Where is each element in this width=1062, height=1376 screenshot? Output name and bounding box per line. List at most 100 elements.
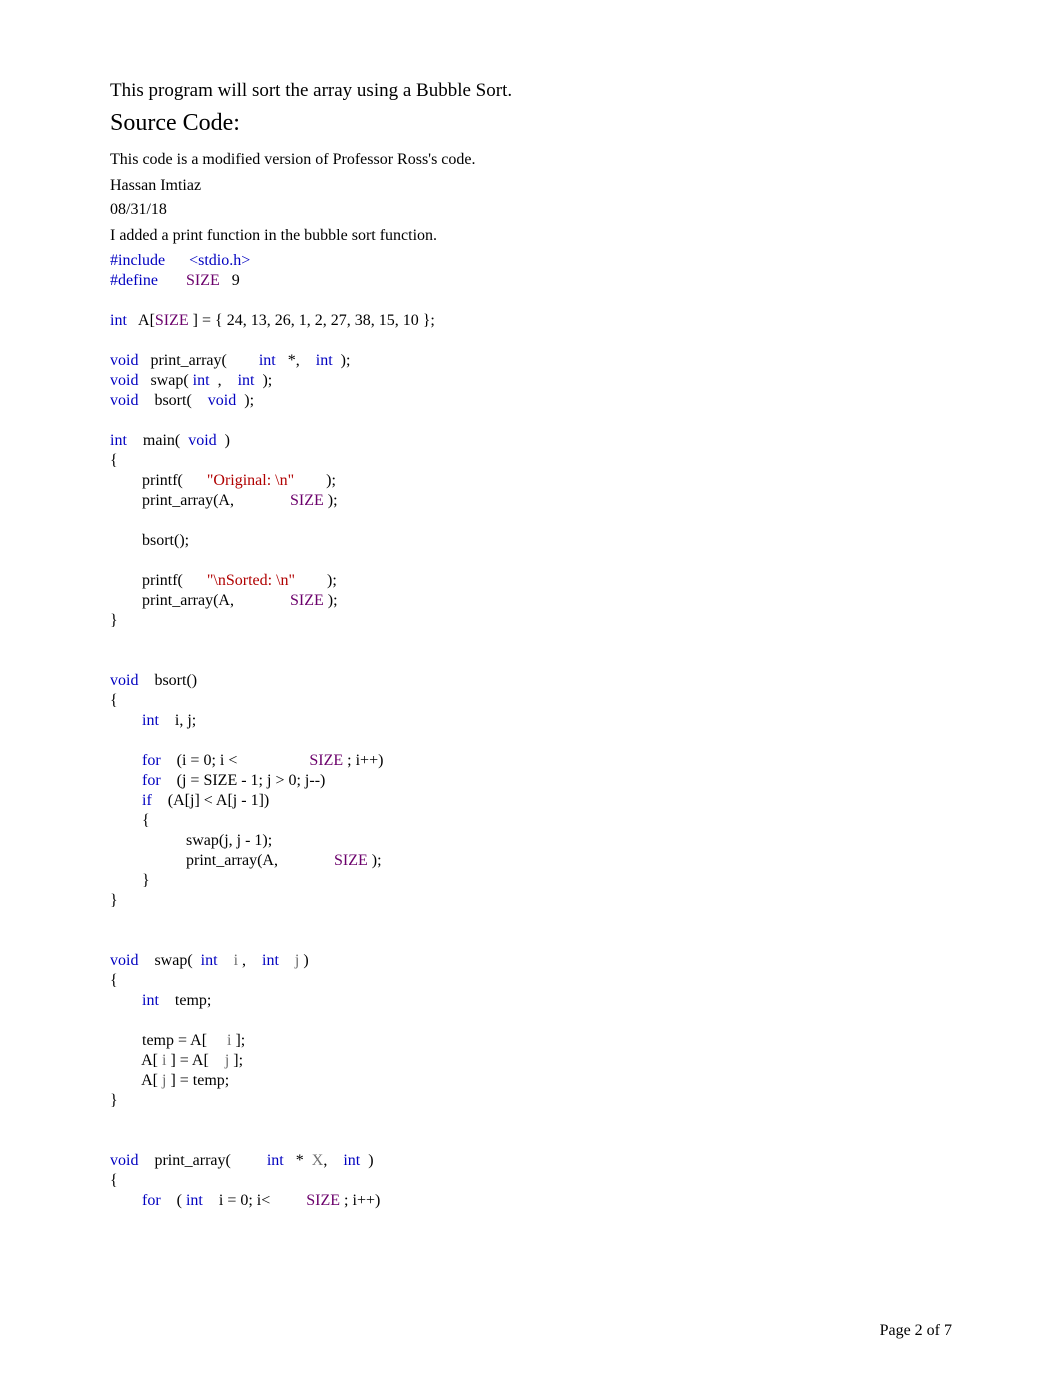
type-void: void	[110, 672, 138, 689]
printf-call: printf(	[110, 572, 207, 589]
for-open: (	[161, 1192, 186, 1209]
define-value: 9	[232, 272, 240, 289]
brace-close: }	[110, 892, 118, 909]
define-name: SIZE	[186, 272, 220, 289]
brace-open: {	[110, 972, 118, 989]
page-label: Page	[880, 1322, 911, 1339]
indent	[110, 992, 142, 1009]
brace-close: }	[110, 612, 118, 629]
page-of-label: of	[927, 1322, 940, 1339]
program-description: This program will sort the array using a…	[110, 80, 952, 102]
var-decl: i, j;	[159, 712, 196, 729]
type-int: int	[186, 1192, 203, 1209]
bsort-call: bsort();	[110, 532, 189, 549]
brace-open: {	[110, 812, 150, 829]
type-int: int	[316, 352, 333, 369]
print-array-sig-open: print_array(	[138, 1152, 266, 1169]
page-footer: Page 2 of 7	[880, 1322, 952, 1340]
type-int: int	[343, 1152, 360, 1169]
indent	[110, 1192, 142, 1209]
type-int: int	[267, 1152, 284, 1169]
include-directive: #include	[110, 252, 165, 269]
type-void: void	[188, 432, 216, 449]
type-void: void	[110, 1152, 138, 1169]
string-original: "Original: \n"	[207, 472, 294, 489]
type-int: int	[201, 952, 218, 969]
brace-close: }	[110, 872, 150, 889]
call-end: );	[295, 572, 337, 589]
code-attribution: This code is a modified version of Profe…	[110, 151, 952, 169]
main-sig-close: )	[217, 432, 230, 449]
space	[279, 952, 295, 969]
param-x: X	[312, 1152, 324, 1169]
keyword-for: for	[142, 752, 161, 769]
if-body: (A[j] < A[j - 1])	[152, 792, 269, 809]
size-ref: SIZE	[334, 852, 368, 869]
comma: ,	[238, 952, 262, 969]
proto-bsort: bsort(	[138, 392, 207, 409]
printf-call: printf(	[110, 472, 207, 489]
indent	[110, 712, 142, 729]
author-name: Hassan Imtiaz	[110, 177, 952, 195]
type-void: void	[110, 372, 138, 389]
brace-open: {	[110, 452, 118, 469]
main-sig-open: main(	[127, 432, 188, 449]
type-int: int	[142, 992, 159, 1009]
type-void: void	[110, 392, 138, 409]
indent	[110, 772, 142, 789]
call-end: );	[324, 592, 338, 609]
for-end: ; i++)	[340, 1192, 380, 1209]
size-ref: SIZE	[155, 312, 189, 329]
size-ref: SIZE	[309, 752, 343, 769]
type-int: int	[110, 432, 127, 449]
proto-swap: swap(	[138, 372, 192, 389]
line-end: ] = temp;	[166, 1072, 229, 1089]
indent	[110, 752, 142, 769]
keyword-if: if	[142, 792, 152, 809]
size-ref: SIZE	[290, 592, 324, 609]
define-directive: #define	[110, 272, 158, 289]
call-end: );	[324, 492, 338, 509]
document-page: This program will sort the array using a…	[0, 0, 1062, 1376]
array-decl-open: A[	[127, 312, 155, 329]
proto-sep: ,	[210, 372, 238, 389]
brace-close: }	[110, 1092, 118, 1109]
proto-end: );	[236, 392, 254, 409]
type-int: int	[110, 312, 127, 329]
swap-call: swap(j, j - 1);	[110, 832, 272, 849]
type-int: int	[259, 352, 276, 369]
include-header: <stdio.h>	[189, 252, 250, 269]
page-total: 7	[944, 1322, 952, 1339]
var-decl: temp;	[159, 992, 211, 1009]
temp-assign: temp = A[	[110, 1032, 227, 1049]
call-end: );	[294, 472, 336, 489]
type-int: int	[262, 952, 279, 969]
array-assign: A[	[110, 1052, 162, 1069]
swap-sig-open: swap(	[138, 952, 200, 969]
source-code-block: #include <stdio.h> #define SIZE 9 int A[…	[110, 251, 952, 1211]
type-int: int	[193, 372, 210, 389]
keyword-for: for	[142, 1192, 161, 1209]
keyword-for: for	[142, 772, 161, 789]
type-void: void	[208, 392, 236, 409]
array-mid: ] = A[	[166, 1052, 224, 1069]
brace-open: {	[110, 692, 118, 709]
type-int: int	[142, 712, 159, 729]
section-title: Source Code:	[110, 110, 952, 137]
string-sorted: "\nSorted: \n"	[207, 572, 295, 589]
proto-end: );	[333, 352, 351, 369]
ptr-star: *	[284, 1152, 312, 1169]
type-void: void	[110, 952, 138, 969]
change-note: I added a print function in the bubble s…	[110, 227, 952, 245]
page-current: 2	[915, 1322, 923, 1339]
print-array-call: print_array(A,	[110, 852, 334, 869]
space	[218, 952, 234, 969]
for-body: (i = 0; i <	[161, 752, 310, 769]
array-assign: A[	[110, 1072, 162, 1089]
print-array-call: print_array(A,	[110, 492, 290, 509]
line-end: ];	[229, 1052, 243, 1069]
bsort-sig: bsort()	[138, 672, 197, 689]
type-int: int	[238, 372, 255, 389]
for-end: ; i++)	[343, 752, 383, 769]
comma: ,	[323, 1152, 343, 1169]
